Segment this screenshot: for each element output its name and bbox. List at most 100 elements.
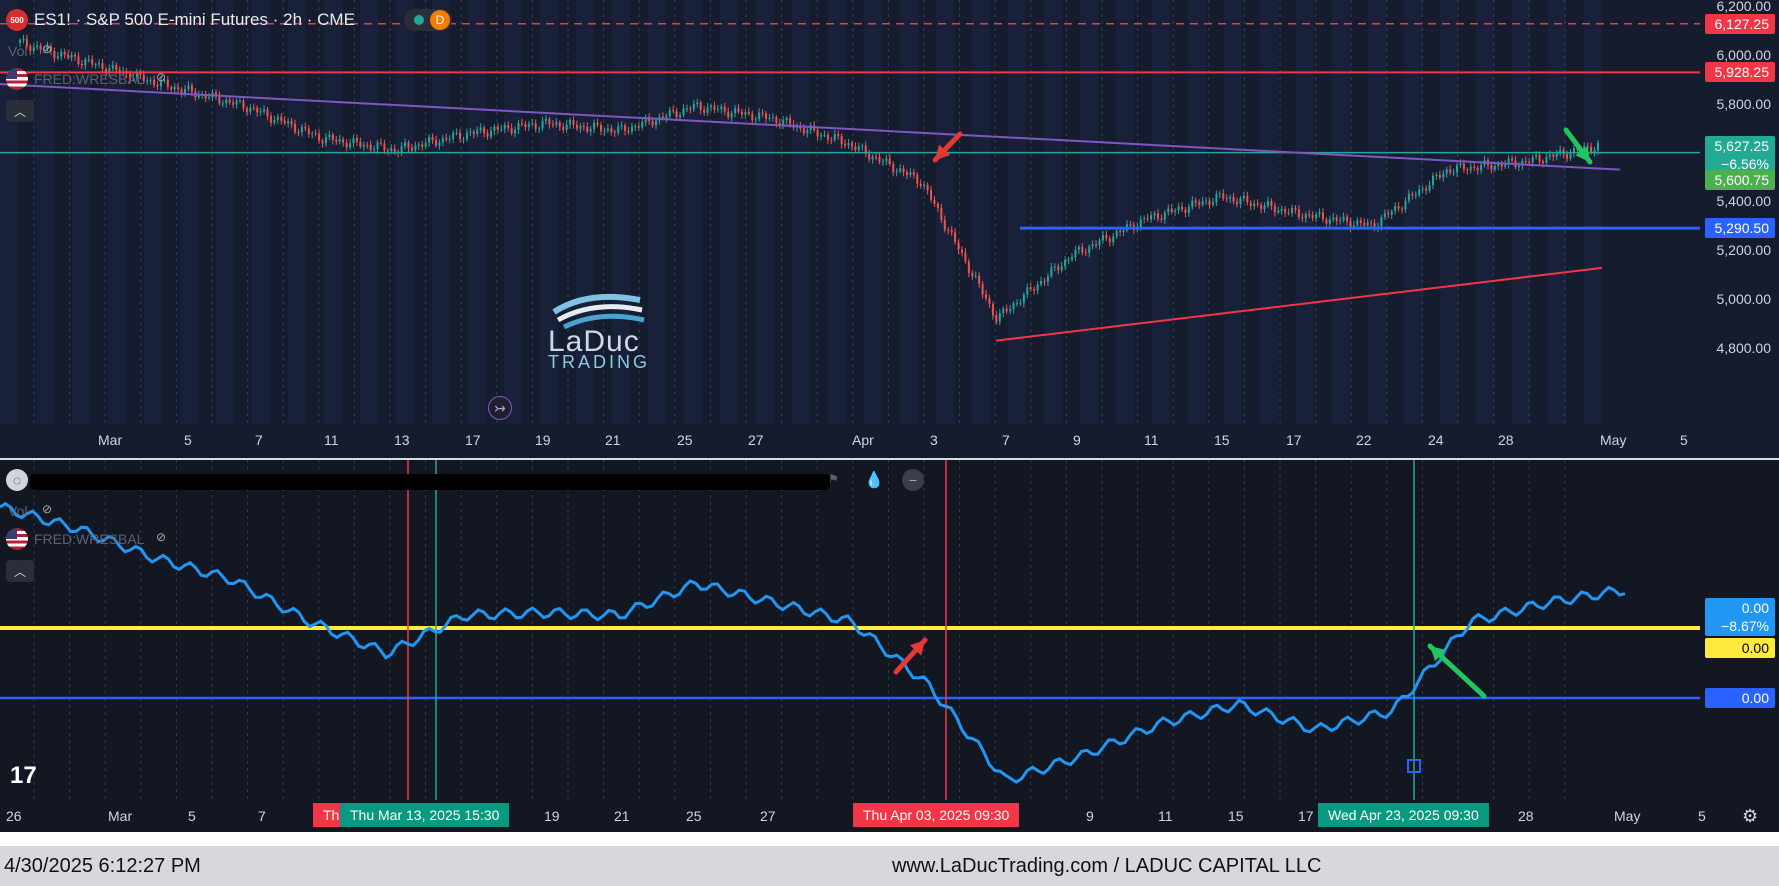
candle-body	[342, 139, 345, 143]
candle-body	[517, 123, 520, 130]
candle-body	[369, 144, 372, 150]
candle-body	[905, 172, 908, 176]
candle-body	[1597, 142, 1599, 151]
session-band	[1476, 0, 1494, 424]
session-band	[1404, 0, 1422, 424]
candle-body	[1287, 212, 1290, 214]
candle-body	[1105, 234, 1108, 239]
candle-body	[1456, 165, 1459, 173]
time-axis-label-lower: 28	[1518, 808, 1534, 824]
candle-body	[1370, 222, 1373, 224]
candle-body	[1246, 195, 1249, 203]
candle-body	[414, 145, 417, 151]
hide-volume-icon[interactable]: ⊘	[42, 42, 60, 60]
candle-body	[177, 87, 180, 90]
candle-body	[737, 108, 740, 112]
candle-body	[740, 111, 743, 115]
candle-body	[307, 128, 310, 134]
session-band	[720, 0, 738, 424]
replay-icon[interactable]: ↣	[488, 396, 512, 420]
candle-body	[300, 126, 303, 133]
volume-overlay-label-lower[interactable]: Vol	[8, 503, 27, 519]
candle-body	[1394, 206, 1397, 212]
candle-body	[551, 124, 554, 126]
candle-body	[1088, 246, 1091, 253]
candle-body	[338, 139, 341, 142]
session-band	[1368, 0, 1386, 424]
candle-body	[424, 142, 427, 147]
candle-body	[589, 128, 592, 132]
price-tag-4: 5,600.75	[1705, 170, 1775, 191]
candle-body	[923, 184, 926, 186]
candle-body	[875, 156, 878, 158]
candle-body	[1315, 214, 1318, 218]
data-delay-badge[interactable]: D	[430, 10, 450, 30]
candle-body	[359, 141, 362, 147]
candle-body	[290, 120, 293, 125]
time-axis-label: 5	[1680, 432, 1688, 448]
price-tag-0: 6,127.25	[1705, 13, 1775, 34]
candle-body	[840, 135, 843, 144]
indicator-settings-icon[interactable]: ◌	[6, 469, 28, 491]
candle-body	[1397, 206, 1400, 209]
session-band	[756, 0, 774, 424]
session-band	[1044, 0, 1062, 424]
price-tag-5: 5,290.50	[1705, 218, 1775, 239]
tradingview-logo-icon[interactable]: 17	[10, 762, 37, 790]
candle-body	[431, 136, 434, 141]
redacted-indicator-title	[30, 474, 830, 490]
symbol-title[interactable]: ES1! · S&P 500 E-mini Futures · 2h · CME	[34, 10, 355, 30]
candle-body	[1215, 194, 1218, 203]
collapse-legend-button[interactable]: ︿	[6, 100, 34, 122]
candle-body	[448, 138, 451, 140]
candle-body	[971, 273, 974, 277]
candle-body	[1053, 266, 1056, 268]
candle-body	[1452, 172, 1455, 174]
time-axis-label: 7	[255, 432, 263, 448]
fred-overlay-label-lower[interactable]: FRED:WRESBAL	[34, 531, 144, 547]
drop-icon[interactable]: 💧	[864, 470, 884, 489]
indicator-tag-2: 0.00	[1705, 638, 1775, 658]
candle-body	[1160, 218, 1163, 220]
candle-body	[1517, 165, 1520, 168]
volume-overlay-label[interactable]: Vol	[8, 43, 27, 59]
time-axis-label: 22	[1356, 432, 1372, 448]
chart-settings-gear-icon[interactable]: ⚙	[1742, 806, 1758, 827]
time-axis-label: 15	[1214, 432, 1230, 448]
chart-canvas[interactable]	[0, 0, 1779, 832]
candle-body	[324, 137, 327, 144]
session-band	[252, 0, 270, 424]
candle-body	[985, 294, 988, 299]
candle-body	[847, 142, 850, 146]
candle-body	[1015, 303, 1018, 305]
candle-body	[909, 172, 912, 176]
hide-volume-lower-icon[interactable]: ⊘	[42, 502, 60, 520]
fred-overlay-label[interactable]: FRED:WRESBAL	[34, 71, 144, 87]
price-axis-label: 5,800.00	[1716, 95, 1772, 112]
price-tag-2: 5,627.25	[1705, 135, 1775, 156]
collapse-legend-lower-button[interactable]: ︿	[6, 560, 34, 582]
candle-body	[1476, 168, 1479, 171]
candle-body	[617, 126, 620, 133]
bookmark-icon[interactable]: ⚑	[828, 472, 846, 490]
candle-body	[462, 139, 465, 141]
hide-fred-lower-icon[interactable]: ⊘	[156, 530, 174, 548]
candle-body	[1383, 213, 1386, 217]
candle-body	[1380, 216, 1383, 227]
hide-fred-icon[interactable]: ⊘	[156, 70, 174, 88]
remove-indicator-icon[interactable]: −	[902, 469, 924, 491]
candle-body	[995, 315, 998, 322]
time-axis-label-lower: 5	[1698, 808, 1706, 824]
candle-body	[1428, 185, 1431, 191]
candle-body	[228, 99, 231, 103]
candle-body	[723, 106, 726, 112]
candle-body	[967, 261, 970, 274]
candle-body	[613, 132, 616, 134]
candle-body	[545, 119, 547, 121]
candle-body	[1366, 222, 1369, 226]
candle-body	[806, 130, 809, 134]
candle-body	[765, 113, 768, 119]
logo-subtext: TRADING	[548, 352, 650, 372]
candle-body	[1122, 230, 1125, 233]
candle-body	[1346, 216, 1349, 222]
